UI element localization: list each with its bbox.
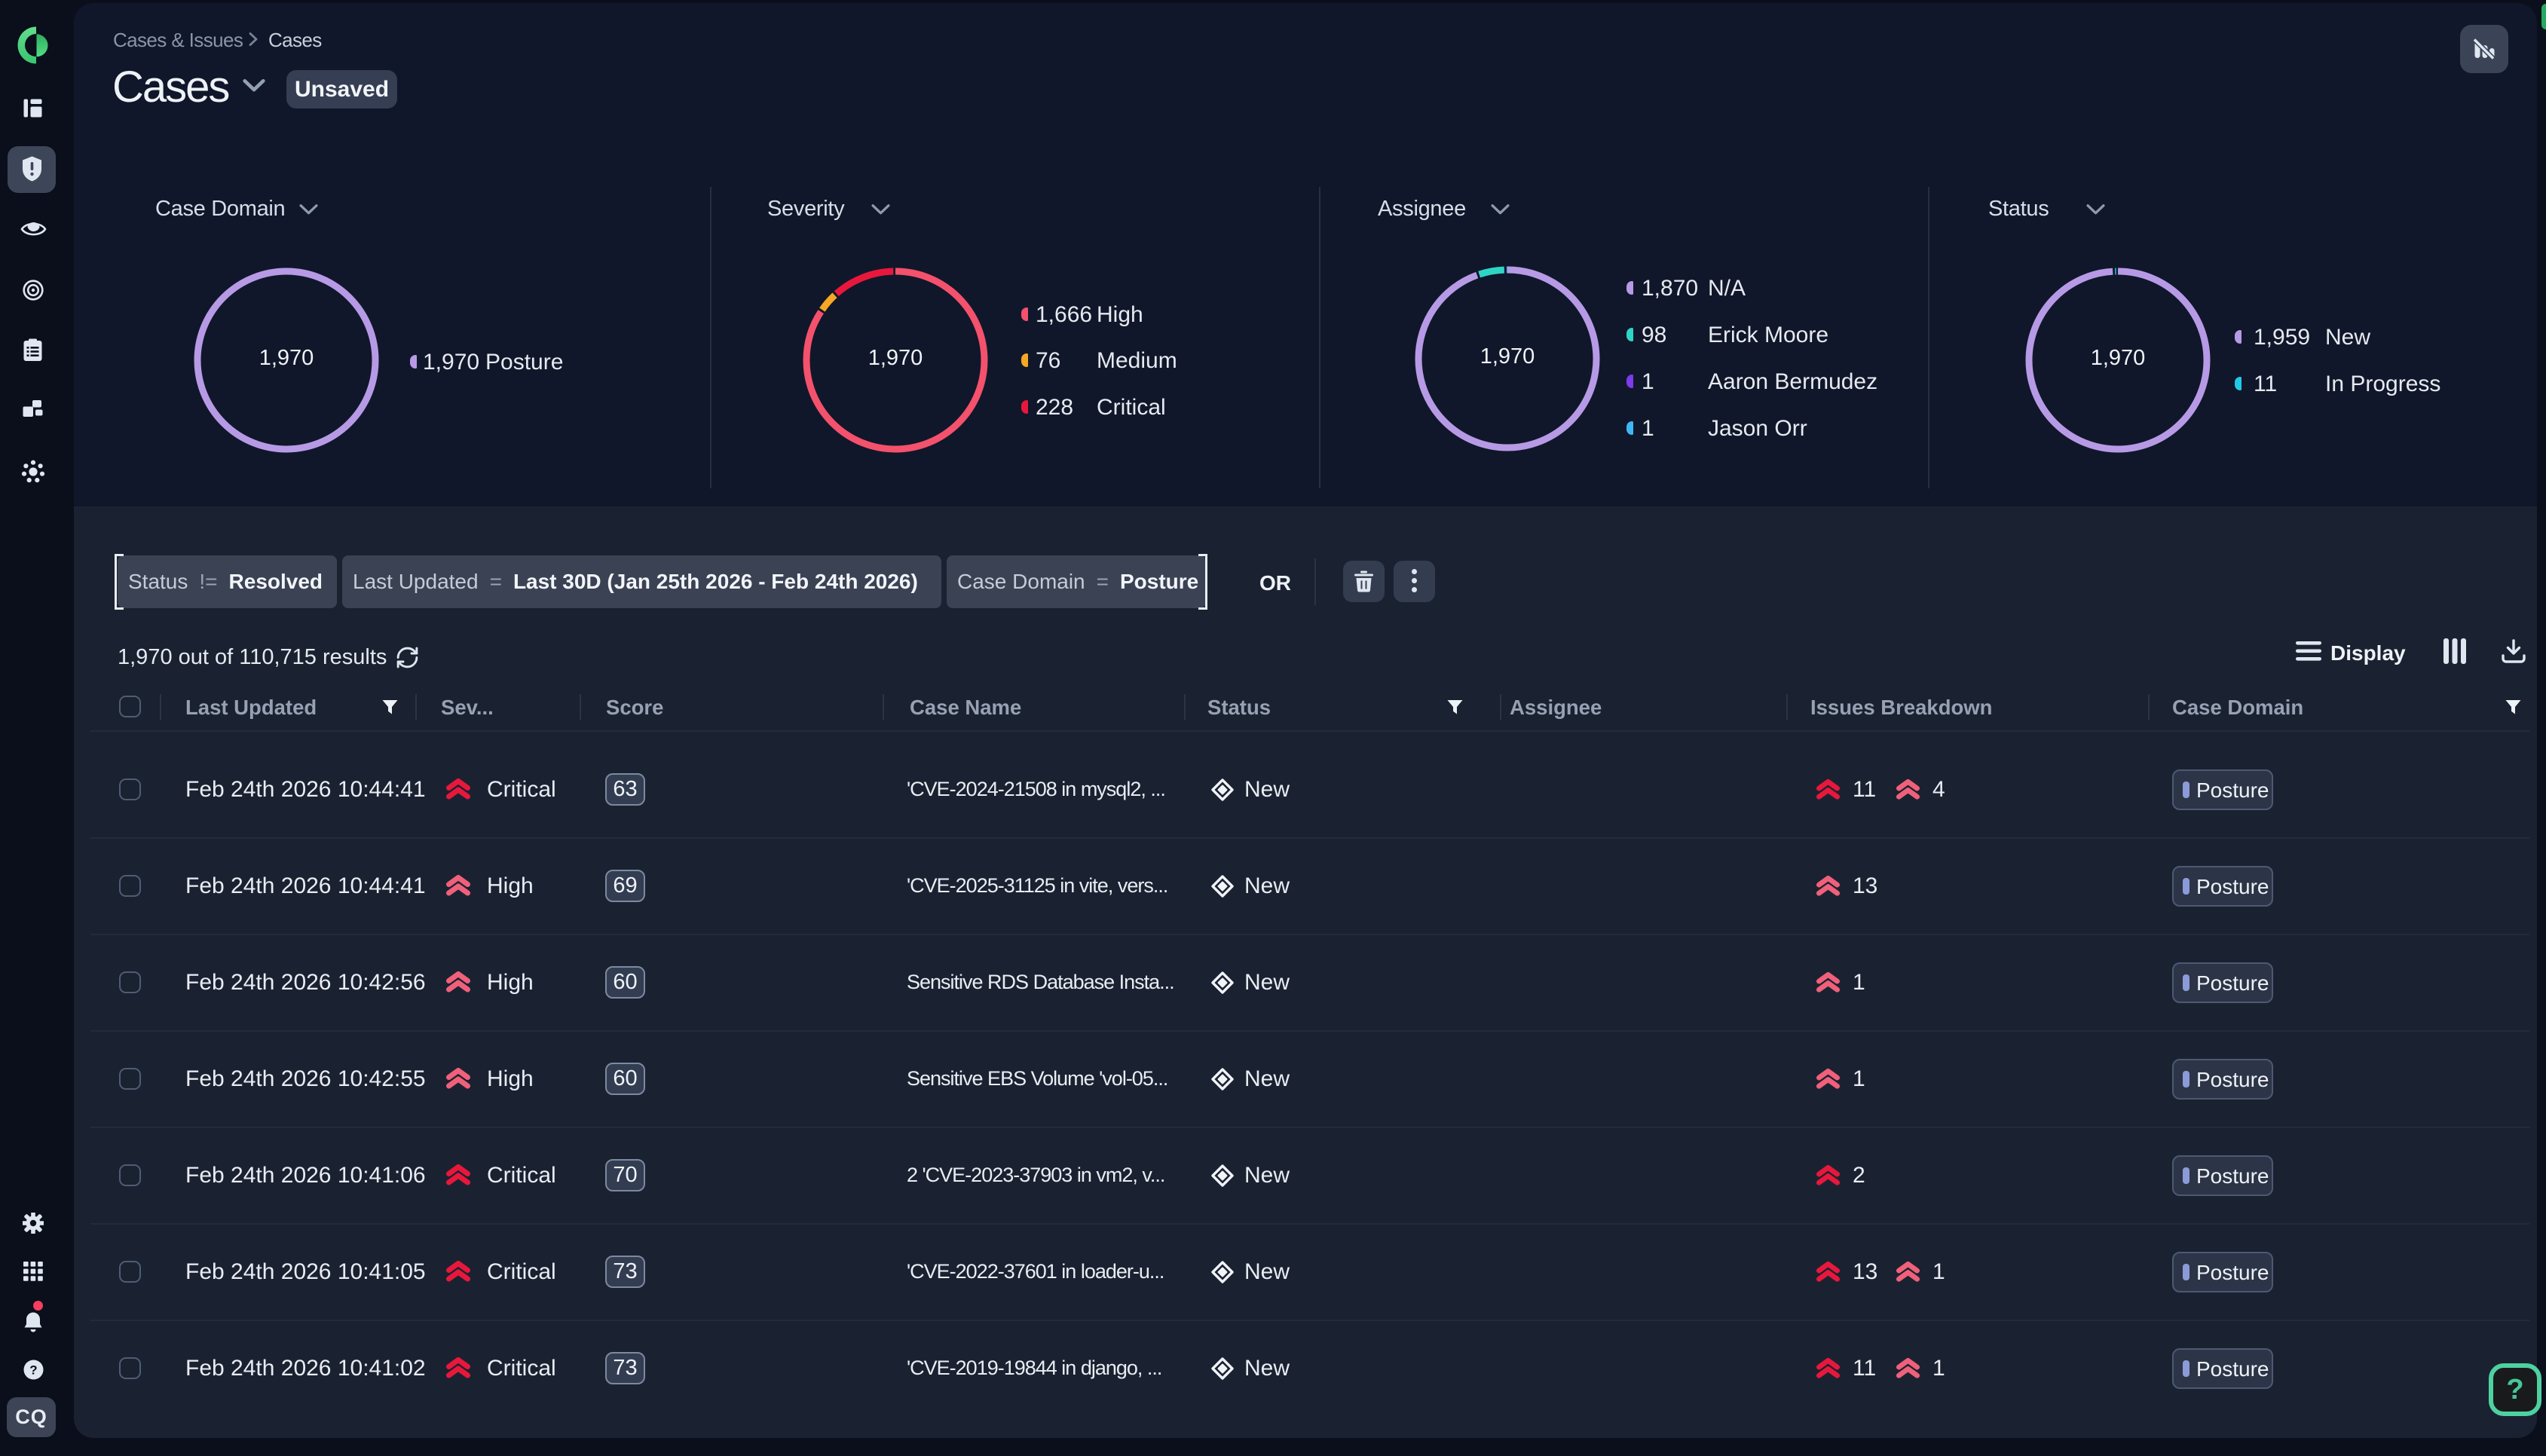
svg-text:?: ?: [29, 1363, 37, 1378]
